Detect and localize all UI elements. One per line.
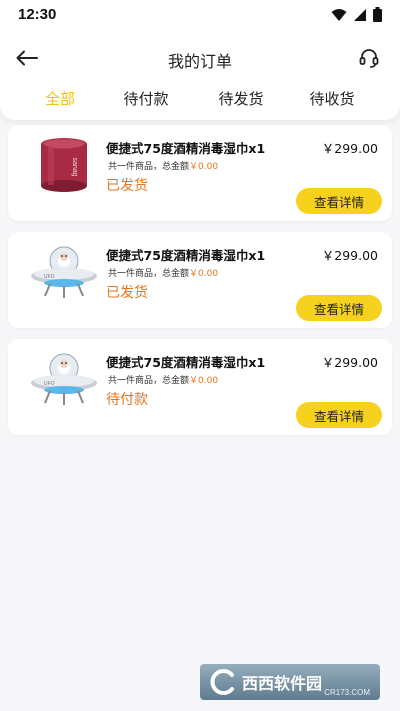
product-thumbnail: UFO bbox=[28, 347, 100, 409]
view-details-button[interactable]: 查看详情 bbox=[296, 188, 382, 214]
tab-pending-receipt[interactable]: 待收货 bbox=[309, 88, 354, 109]
page-title: 我的订单 bbox=[167, 52, 232, 71]
battery-icon bbox=[373, 7, 382, 26]
product-thumbnail: sanag bbox=[28, 133, 100, 195]
product-price: ￥299.00 bbox=[321, 355, 378, 370]
svg-text:sanag: sanag bbox=[71, 157, 78, 176]
ufo-image: UFO bbox=[31, 353, 97, 405]
product-thumbnail: UFO bbox=[28, 240, 100, 302]
status-icons bbox=[331, 7, 382, 26]
svg-text:UFO: UFO bbox=[44, 381, 55, 387]
order-status: 已发货 bbox=[106, 178, 148, 194]
order-status: 待付款 bbox=[106, 392, 148, 408]
tab-pending-payment[interactable]: 待付款 bbox=[123, 88, 168, 109]
header: 我的订单 全部 待付款 待发货 待收货 bbox=[0, 30, 400, 120]
status-bar: 12:30 bbox=[0, 0, 400, 30]
watermark-logo: 西西软件园 CR173.COM bbox=[200, 664, 380, 700]
speaker-image: sanag bbox=[41, 138, 87, 192]
order-status: 已发货 bbox=[106, 285, 148, 301]
product-price: ￥299.00 bbox=[321, 141, 378, 156]
order-tabs: 全部 待付款 待发货 待收货 bbox=[0, 84, 400, 114]
order-card[interactable]: sanag 便捷式75度酒精消毒湿巾x1 ￥299.00 共一件商品，总金额￥0… bbox=[8, 125, 392, 221]
ufo-image: UFO bbox=[31, 246, 97, 298]
customer-service-button[interactable] bbox=[356, 47, 382, 73]
order-summary: 共一件商品，总金额￥0.00 bbox=[108, 376, 219, 386]
product-name: 便捷式75度酒精消毒湿巾x1 bbox=[106, 141, 266, 156]
tab-all[interactable]: 全部 bbox=[45, 88, 75, 109]
product-name: 便捷式75度酒精消毒湿巾x1 bbox=[106, 248, 266, 263]
order-card[interactable]: UFO 便捷式75度酒精消毒湿巾x1 ￥299.00 共一件商品，总金额￥0.0… bbox=[8, 339, 392, 435]
order-card[interactable]: UFO 便捷式75度酒精消毒湿巾x1 ￥299.00 共一件商品，总金额￥0.0… bbox=[8, 232, 392, 328]
tab-pending-shipment[interactable]: 待发货 bbox=[218, 88, 263, 109]
order-total: ￥0.00 bbox=[189, 269, 219, 279]
view-details-button[interactable]: 查看详情 bbox=[296, 295, 382, 321]
view-details-button[interactable]: 查看详情 bbox=[296, 402, 382, 428]
signal-icon bbox=[353, 7, 367, 26]
order-total: ￥0.00 bbox=[189, 376, 219, 386]
watermark-subtext: CR173.COM bbox=[324, 688, 370, 697]
watermark-icon bbox=[210, 669, 234, 695]
status-time: 12:30 bbox=[18, 6, 57, 23]
product-price: ￥299.00 bbox=[321, 248, 378, 263]
order-total: ￥0.00 bbox=[189, 162, 219, 172]
wifi-icon bbox=[331, 7, 347, 26]
headset-icon bbox=[358, 47, 380, 73]
svg-text:UFO: UFO bbox=[44, 274, 55, 280]
product-name: 便捷式75度酒精消毒湿巾x1 bbox=[106, 355, 266, 370]
order-summary: 共一件商品，总金额￥0.00 bbox=[108, 269, 219, 279]
order-summary: 共一件商品，总金额￥0.00 bbox=[108, 162, 219, 172]
watermark-text: 西西软件园 bbox=[242, 674, 323, 693]
